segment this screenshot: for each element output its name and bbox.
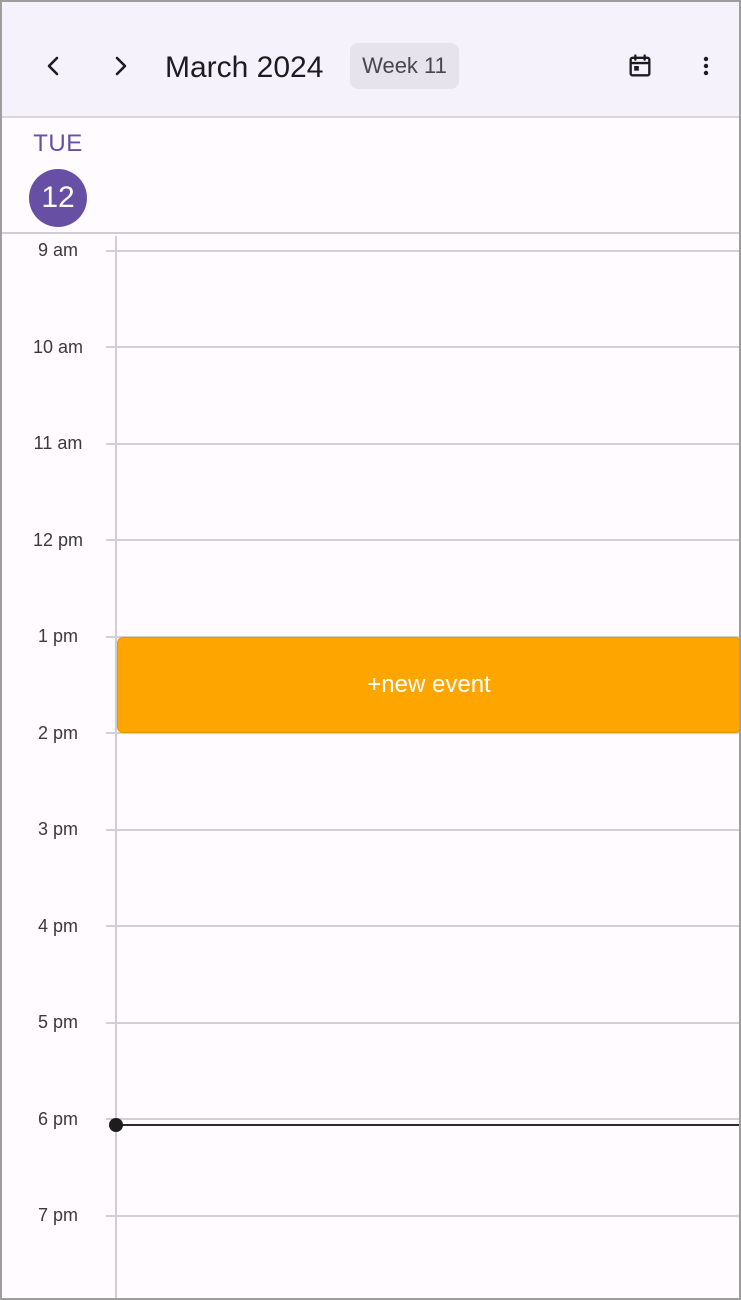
hour-line xyxy=(106,539,741,541)
current-time-line xyxy=(116,1124,741,1126)
hour-line xyxy=(106,1022,741,1024)
hour-label: 9 am xyxy=(37,240,79,260)
hour-label: 3 pm xyxy=(37,819,79,839)
weekday-label: TUE xyxy=(33,130,83,157)
hour-label: 7 pm xyxy=(37,1205,79,1225)
chevron-left-icon xyxy=(47,56,59,76)
timeline-divider xyxy=(115,236,117,1300)
hour-line xyxy=(106,250,741,252)
date-badge[interactable]: 12 xyxy=(29,169,87,227)
previous-week-button[interactable] xyxy=(30,42,78,90)
hour-line xyxy=(106,1215,741,1217)
calendar-today-icon xyxy=(629,54,651,77)
hour-label: 10 am xyxy=(32,337,84,357)
new-event-block[interactable]: +new event xyxy=(117,637,741,733)
chevron-right-icon xyxy=(115,56,127,76)
hour-label: 12 pm xyxy=(32,530,84,550)
day-header: TUE 12 xyxy=(2,118,739,234)
hour-line xyxy=(106,829,741,831)
hour-label: 2 pm xyxy=(37,723,79,743)
top-app-bar: March 2024 Week 11 xyxy=(2,2,739,118)
hour-line xyxy=(106,1118,741,1120)
more-vertical-icon xyxy=(703,56,709,76)
hour-line xyxy=(106,443,741,445)
hour-label: 1 pm xyxy=(37,626,79,646)
more-options-button[interactable] xyxy=(682,42,730,90)
next-week-button[interactable] xyxy=(96,42,144,90)
hour-line xyxy=(106,925,741,927)
current-time-dot xyxy=(109,1118,123,1132)
day-timeline[interactable]: 9 am 10 am 11 am 12 pm 1 pm 2 pm 3 pm 4 … xyxy=(0,236,741,1300)
month-title[interactable]: March 2024 xyxy=(165,46,323,90)
today-button[interactable] xyxy=(616,42,664,90)
week-chip[interactable]: Week 11 xyxy=(350,43,459,89)
hour-label: 11 am xyxy=(33,433,83,453)
hour-line xyxy=(106,346,741,348)
hour-label: 4 pm xyxy=(37,916,79,936)
hour-label: 6 pm xyxy=(37,1109,79,1129)
hour-label: 5 pm xyxy=(37,1012,79,1032)
